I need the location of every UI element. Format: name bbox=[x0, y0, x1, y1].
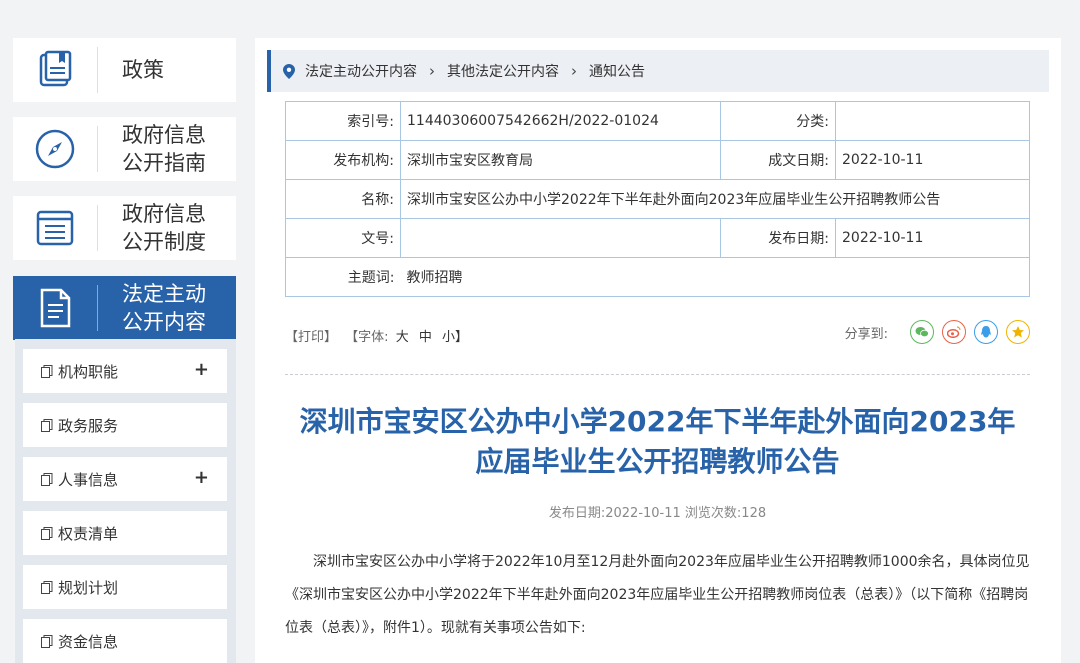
qq-icon[interactable] bbox=[974, 320, 998, 344]
submenu-item-label: 规划计划 bbox=[58, 578, 119, 597]
publish-date-label: 发布日期: bbox=[720, 218, 836, 258]
subject-label: 主题词: bbox=[285, 257, 401, 297]
article-title-line: 应届毕业生公开招聘教师公告 bbox=[475, 445, 840, 478]
index-value: 11440306007542662H/2022-01024 bbox=[400, 101, 721, 141]
table-row: 索引号: 11440306007542662H/2022-01024 分类: bbox=[285, 101, 1030, 141]
breadcrumb-item[interactable]: 通知公告 bbox=[589, 61, 645, 81]
font-medium-button[interactable]: 中 bbox=[419, 330, 432, 345]
doc-no-label: 文号: bbox=[285, 218, 401, 258]
category-value bbox=[835, 101, 1030, 141]
chevron-right-icon: › bbox=[571, 62, 577, 80]
file-icon bbox=[41, 580, 53, 594]
doc-no-value bbox=[400, 218, 721, 258]
written-date-label: 成文日期: bbox=[720, 140, 836, 180]
sidebar-card-label: 法定主动 公开内容 bbox=[122, 282, 206, 334]
written-date-value: 2022-10-11 bbox=[835, 140, 1030, 180]
document-icon bbox=[13, 276, 97, 340]
submenu-item-label: 权责清单 bbox=[58, 524, 119, 543]
sidebar-card-label: 政府信息 公开制度 bbox=[122, 202, 206, 254]
subject-value: 教师招聘 bbox=[400, 257, 1030, 297]
article-tools: 【打印】 【字体: 大 中 小】 分享到: bbox=[285, 320, 1030, 346]
divider bbox=[285, 374, 1030, 375]
submenu-item-label: 机构职能 bbox=[58, 362, 119, 381]
document-info-table: 索引号: 11440306007542662H/2022-01024 分类: 发… bbox=[285, 101, 1030, 297]
sidebar-card-policy[interactable]: 政策 bbox=[13, 38, 236, 102]
weibo-icon[interactable] bbox=[942, 320, 966, 344]
submenu-item-funds[interactable]: 资金信息 bbox=[23, 619, 227, 663]
sidebar-card-label: 政府信息 公开指南 bbox=[122, 123, 206, 175]
submenu-item-label: 人事信息 bbox=[58, 470, 119, 489]
index-label: 索引号: bbox=[285, 101, 401, 141]
sidebar-card-public-content[interactable]: 法定主动 公开内容 bbox=[13, 276, 236, 340]
submenu-item-planning[interactable]: 规划计划 bbox=[23, 565, 227, 609]
submenu-item-power-list[interactable]: 权责清单 bbox=[23, 511, 227, 555]
expand-icon[interactable]: + bbox=[194, 359, 209, 380]
file-icon bbox=[41, 418, 53, 432]
file-icon bbox=[41, 634, 53, 648]
share-bar: 分享到: bbox=[845, 320, 1030, 344]
font-large-button[interactable]: 大 bbox=[396, 330, 409, 345]
name-label: 名称: bbox=[285, 179, 401, 219]
font-size-label: 【字体: bbox=[345, 330, 389, 345]
chevron-right-icon: › bbox=[429, 62, 435, 80]
breadcrumb: 法定主动公开内容 › 其他法定公开内容 › 通知公告 bbox=[267, 50, 1049, 92]
breadcrumb-item[interactable]: 其他法定公开内容 bbox=[447, 61, 559, 81]
file-icon bbox=[41, 364, 53, 378]
expand-icon[interactable]: + bbox=[194, 467, 209, 488]
submenu-item-label: 政务服务 bbox=[58, 416, 119, 435]
name-value: 深圳市宝安区公办中小学2022年下半年赴外面向2023年应届毕业生公开招聘教师公… bbox=[400, 179, 1030, 219]
sidebar-card-system[interactable]: 政府信息 公开制度 bbox=[13, 196, 236, 260]
submenu-item-personnel[interactable]: 人事信息 + bbox=[23, 457, 227, 501]
submenu: 机构职能 + 政务服务 人事信息 + 权责清单 规划计划 资金信息 bbox=[15, 339, 236, 663]
sidebar-card-label: 政策 bbox=[122, 58, 164, 82]
main-panel: 法定主动公开内容 › 其他法定公开内容 › 通知公告 索引号: 11440306… bbox=[255, 38, 1061, 663]
table-row: 主题词: 教师招聘 bbox=[285, 257, 1030, 297]
category-label: 分类: bbox=[720, 101, 836, 141]
publisher-value: 深圳市宝安区教育局 bbox=[400, 140, 721, 180]
book-icon bbox=[13, 38, 97, 102]
share-label: 分享到: bbox=[844, 326, 888, 342]
article-meta: 发布日期:2022-10-11 浏览次数:128 bbox=[548, 506, 767, 521]
article-title-line: 深圳市宝安区公办中小学2022年下半年赴外面向2023年 bbox=[299, 405, 1016, 438]
submenu-item-institution[interactable]: 机构职能 + bbox=[23, 349, 227, 393]
wechat-icon[interactable] bbox=[910, 320, 934, 344]
file-icon bbox=[41, 526, 53, 540]
file-icon bbox=[41, 472, 53, 486]
article-paragraph: 深圳市宝安区公办中小学将于2022年10月至12月赴外面向2023年应届毕业生公… bbox=[285, 554, 1030, 636]
submenu-item-services[interactable]: 政务服务 bbox=[23, 403, 227, 447]
breadcrumb-item[interactable]: 法定主动公开内容 bbox=[305, 61, 417, 81]
article-title: 深圳市宝安区公办中小学2022年下半年赴外面向2023年 应届毕业生公开招聘教师… bbox=[275, 402, 1040, 482]
print-button[interactable]: 【打印】 bbox=[285, 330, 337, 345]
table-row: 发布机构: 深圳市宝安区教育局 成文日期: 2022-10-11 bbox=[285, 140, 1030, 180]
publisher-label: 发布机构: bbox=[285, 140, 401, 180]
table-row: 名称: 深圳市宝安区公办中小学2022年下半年赴外面向2023年应届毕业生公开招… bbox=[285, 179, 1030, 219]
compass-icon bbox=[13, 117, 97, 181]
publish-date-value: 2022-10-11 bbox=[835, 218, 1030, 258]
submenu-item-label: 资金信息 bbox=[58, 632, 119, 651]
location-pin-icon bbox=[283, 63, 295, 79]
list-icon bbox=[13, 196, 97, 260]
table-row: 文号: 发布日期: 2022-10-11 bbox=[285, 218, 1030, 258]
font-small-button[interactable]: 小】 bbox=[442, 330, 468, 345]
sidebar-card-guide[interactable]: 政府信息 公开指南 bbox=[13, 117, 236, 181]
qzone-icon[interactable] bbox=[1006, 320, 1030, 344]
